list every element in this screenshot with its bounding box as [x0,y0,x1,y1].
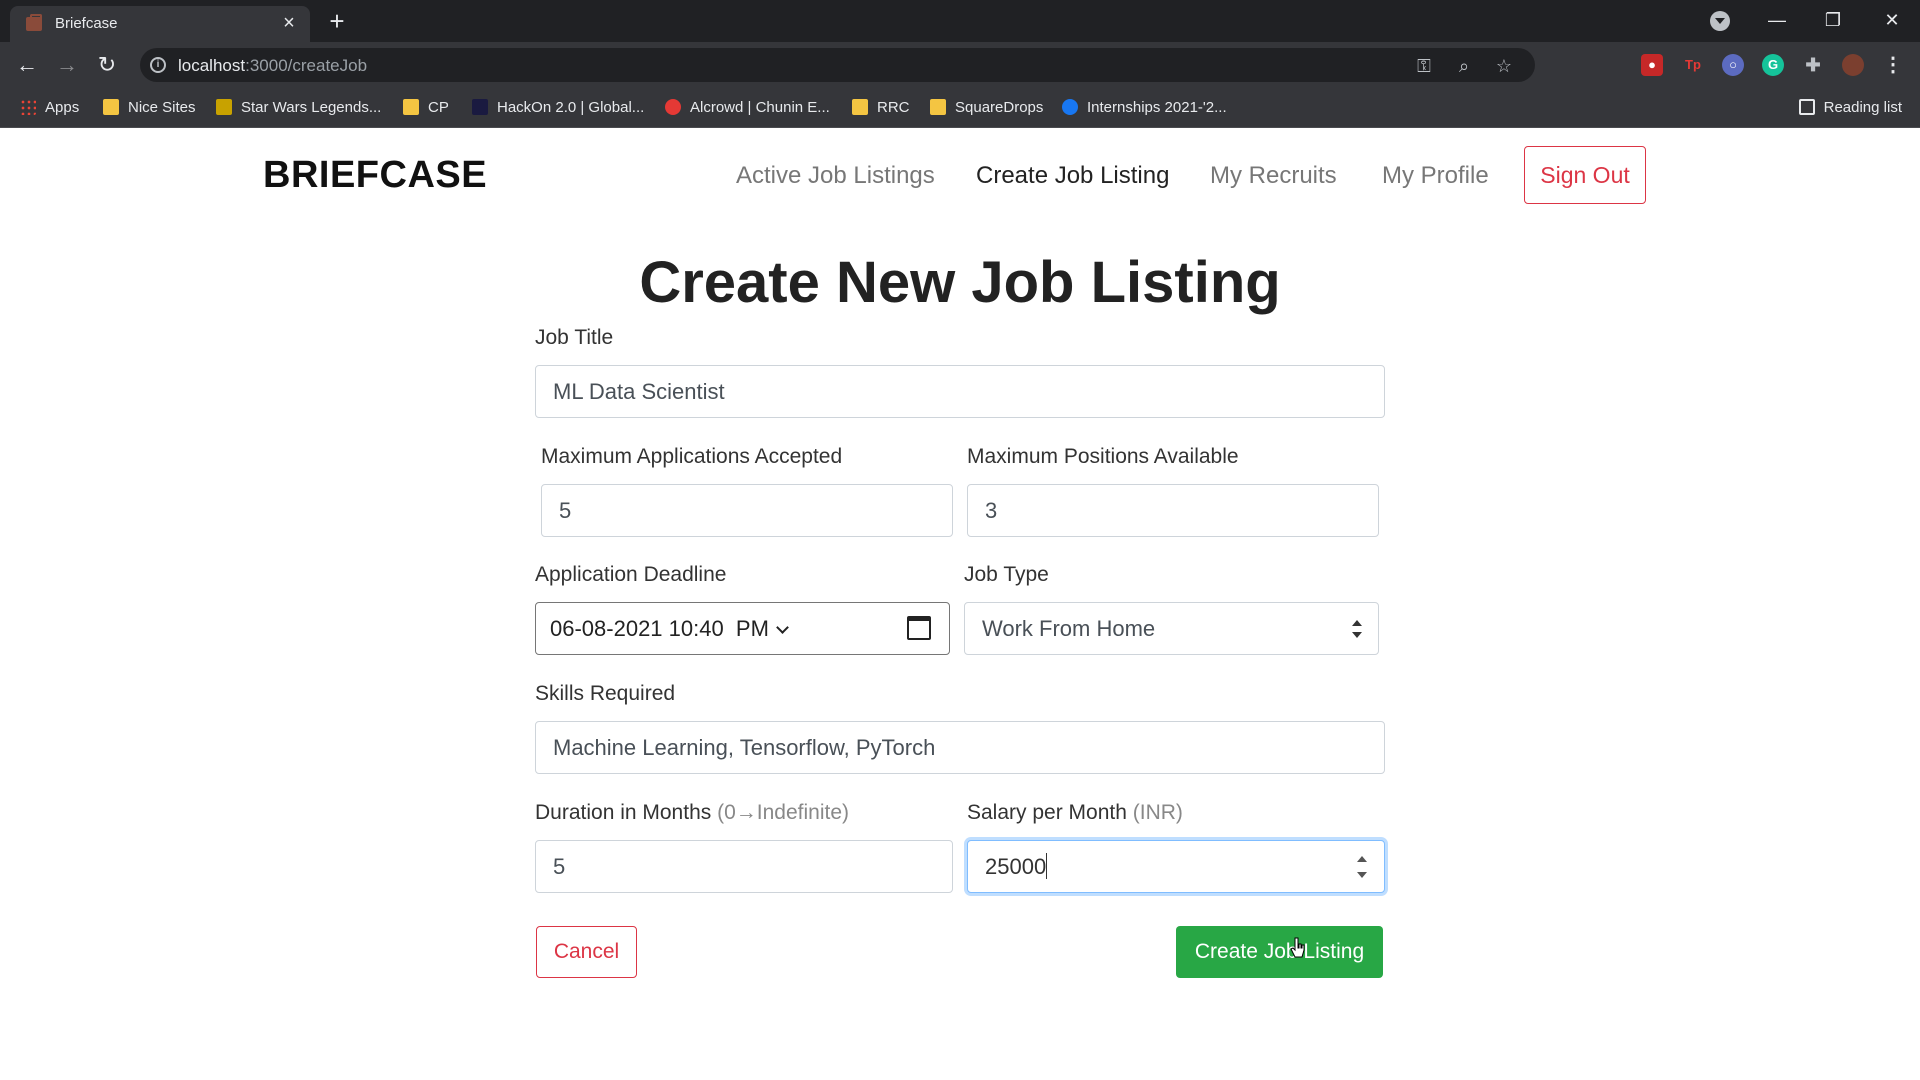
nav-create-job-listing[interactable]: Create Job Listing [976,162,1169,190]
job-type-label: Job Type [964,563,1049,586]
text-caret [1046,853,1048,879]
info-icon[interactable]: i [150,57,166,73]
duration-input[interactable]: 5 [535,840,953,893]
bookmark-apps[interactable]: Apps [20,97,79,119]
max-positions-input[interactable]: 3 [967,484,1379,537]
profile-avatar[interactable] [1842,54,1864,76]
bookmark-cp[interactable]: CP [403,97,449,119]
extension-icon-3[interactable]: ○ [1722,54,1744,76]
bookmark-internships[interactable]: Internships 2021-'2... [1062,97,1227,119]
deadline-label: Application Deadline [535,563,727,586]
briefcase-icon [26,14,42,31]
extension-icon-2[interactable]: Tp [1682,54,1704,76]
salary-hint: (INR) [1132,801,1183,824]
create-job-listing-button[interactable]: Create Job Listing [1176,926,1383,978]
browser-toolbar: ← → ↻ i localhost:3000/createJob ⚿ ⌕ ☆ ●… [0,42,1920,88]
nav-my-profile[interactable]: My Profile [1382,162,1489,190]
number-spinner-icon[interactable] [1352,853,1372,881]
folder-icon [852,99,868,115]
site-icon [665,99,681,115]
window-close-icon[interactable]: ✕ [1872,4,1912,36]
key-icon[interactable]: ⚿ [1413,55,1435,77]
deadline-datetime-input[interactable]: 06-08-2021 10:40 PM [535,602,950,655]
folder-icon [403,99,419,115]
reading-list[interactable]: Reading list [1798,97,1902,119]
minimize-icon[interactable]: — [1757,4,1797,36]
sign-out-button[interactable]: Sign Out [1524,146,1646,204]
site-icon [472,99,488,115]
page-title: Create New Job Listing [639,250,1281,315]
cancel-button[interactable]: Cancel [536,926,637,978]
max-applications-label: Maximum Applications Accepted [541,445,843,468]
bookmark-star-wars[interactable]: Star Wars Legends... [216,97,381,119]
menu-dots-icon[interactable]: ⋮ [1882,54,1904,76]
url-text: localhost:3000/createJob [178,56,368,75]
browser-tabstrip: Briefcase × + — ❐ ✕ [0,0,1920,42]
bookmark-squaredrops[interactable]: SquareDrops [930,97,1043,119]
max-positions-label: Maximum Positions Available [967,445,1239,468]
zoom-icon[interactable]: ⌕ [1453,55,1475,77]
salary-label: Salary per Month (INR) [967,801,1183,824]
duration-hint: (0→Indefinite) [717,801,850,824]
duration-label: Duration in Months (0→Indefinite) [535,801,850,824]
job-title-input[interactable]: ML Data Scientist [535,365,1385,418]
brand-logo[interactable]: BRIEFCASE [263,154,487,197]
restore-icon[interactable]: ❐ [1813,4,1853,36]
bookmark-aicrowd[interactable]: Alcrowd | Chunin E... [665,97,830,119]
facebook-icon [1062,99,1078,115]
site-icon [216,99,232,115]
job-title-label: Job Title [535,326,614,349]
max-applications-input[interactable]: 5 [541,484,953,537]
nav-my-recruits[interactable]: My Recruits [1210,162,1337,190]
bookmark-hackon[interactable]: HackOn 2.0 | Global... [472,97,644,119]
chevron-down-icon[interactable] [776,621,789,634]
back-icon[interactable]: ← [12,50,42,80]
bookmark-nice-sites[interactable]: Nice Sites [103,97,196,119]
apps-grid-icon [20,99,36,115]
folder-icon [930,99,946,115]
address-bar[interactable]: i localhost:3000/createJob ⚿ ⌕ ☆ [140,48,1535,82]
job-type-select[interactable]: Work From Home [964,602,1379,655]
bookmark-rrc[interactable]: RRC [852,97,910,119]
extension-icon-1[interactable]: ● [1641,54,1663,76]
select-arrows-icon [1352,620,1362,638]
skills-label: Skills Required [535,682,676,705]
page: BRIEFCASE Active Job Listings Create Job… [0,129,1920,1080]
reload-icon[interactable]: ↻ [92,50,122,80]
new-tab-button[interactable]: + [323,7,351,35]
forward-icon[interactable]: → [52,50,82,80]
calendar-icon[interactable] [907,616,931,640]
reading-list-icon [1798,99,1815,115]
close-icon[interactable]: × [278,12,300,34]
tab-title: Briefcase [55,15,118,32]
mouse-pointer-icon [1290,937,1305,958]
grammarly-icon[interactable]: G [1762,54,1784,76]
tab-search-icon[interactable] [1710,11,1730,31]
extensions-puzzle-icon[interactable]: ✚ [1802,54,1824,76]
folder-icon [103,99,119,115]
nav-active-job-listings[interactable]: Active Job Listings [736,162,935,190]
bookmark-star-icon[interactable]: ☆ [1493,55,1515,77]
browser-tab[interactable]: Briefcase × [10,6,310,42]
salary-input[interactable]: 25000 [967,840,1385,893]
bookmarks-bar: Apps Nice Sites Star Wars Legends... CP … [0,88,1920,128]
skills-input[interactable]: Machine Learning, Tensorflow, PyTorch [535,721,1385,774]
